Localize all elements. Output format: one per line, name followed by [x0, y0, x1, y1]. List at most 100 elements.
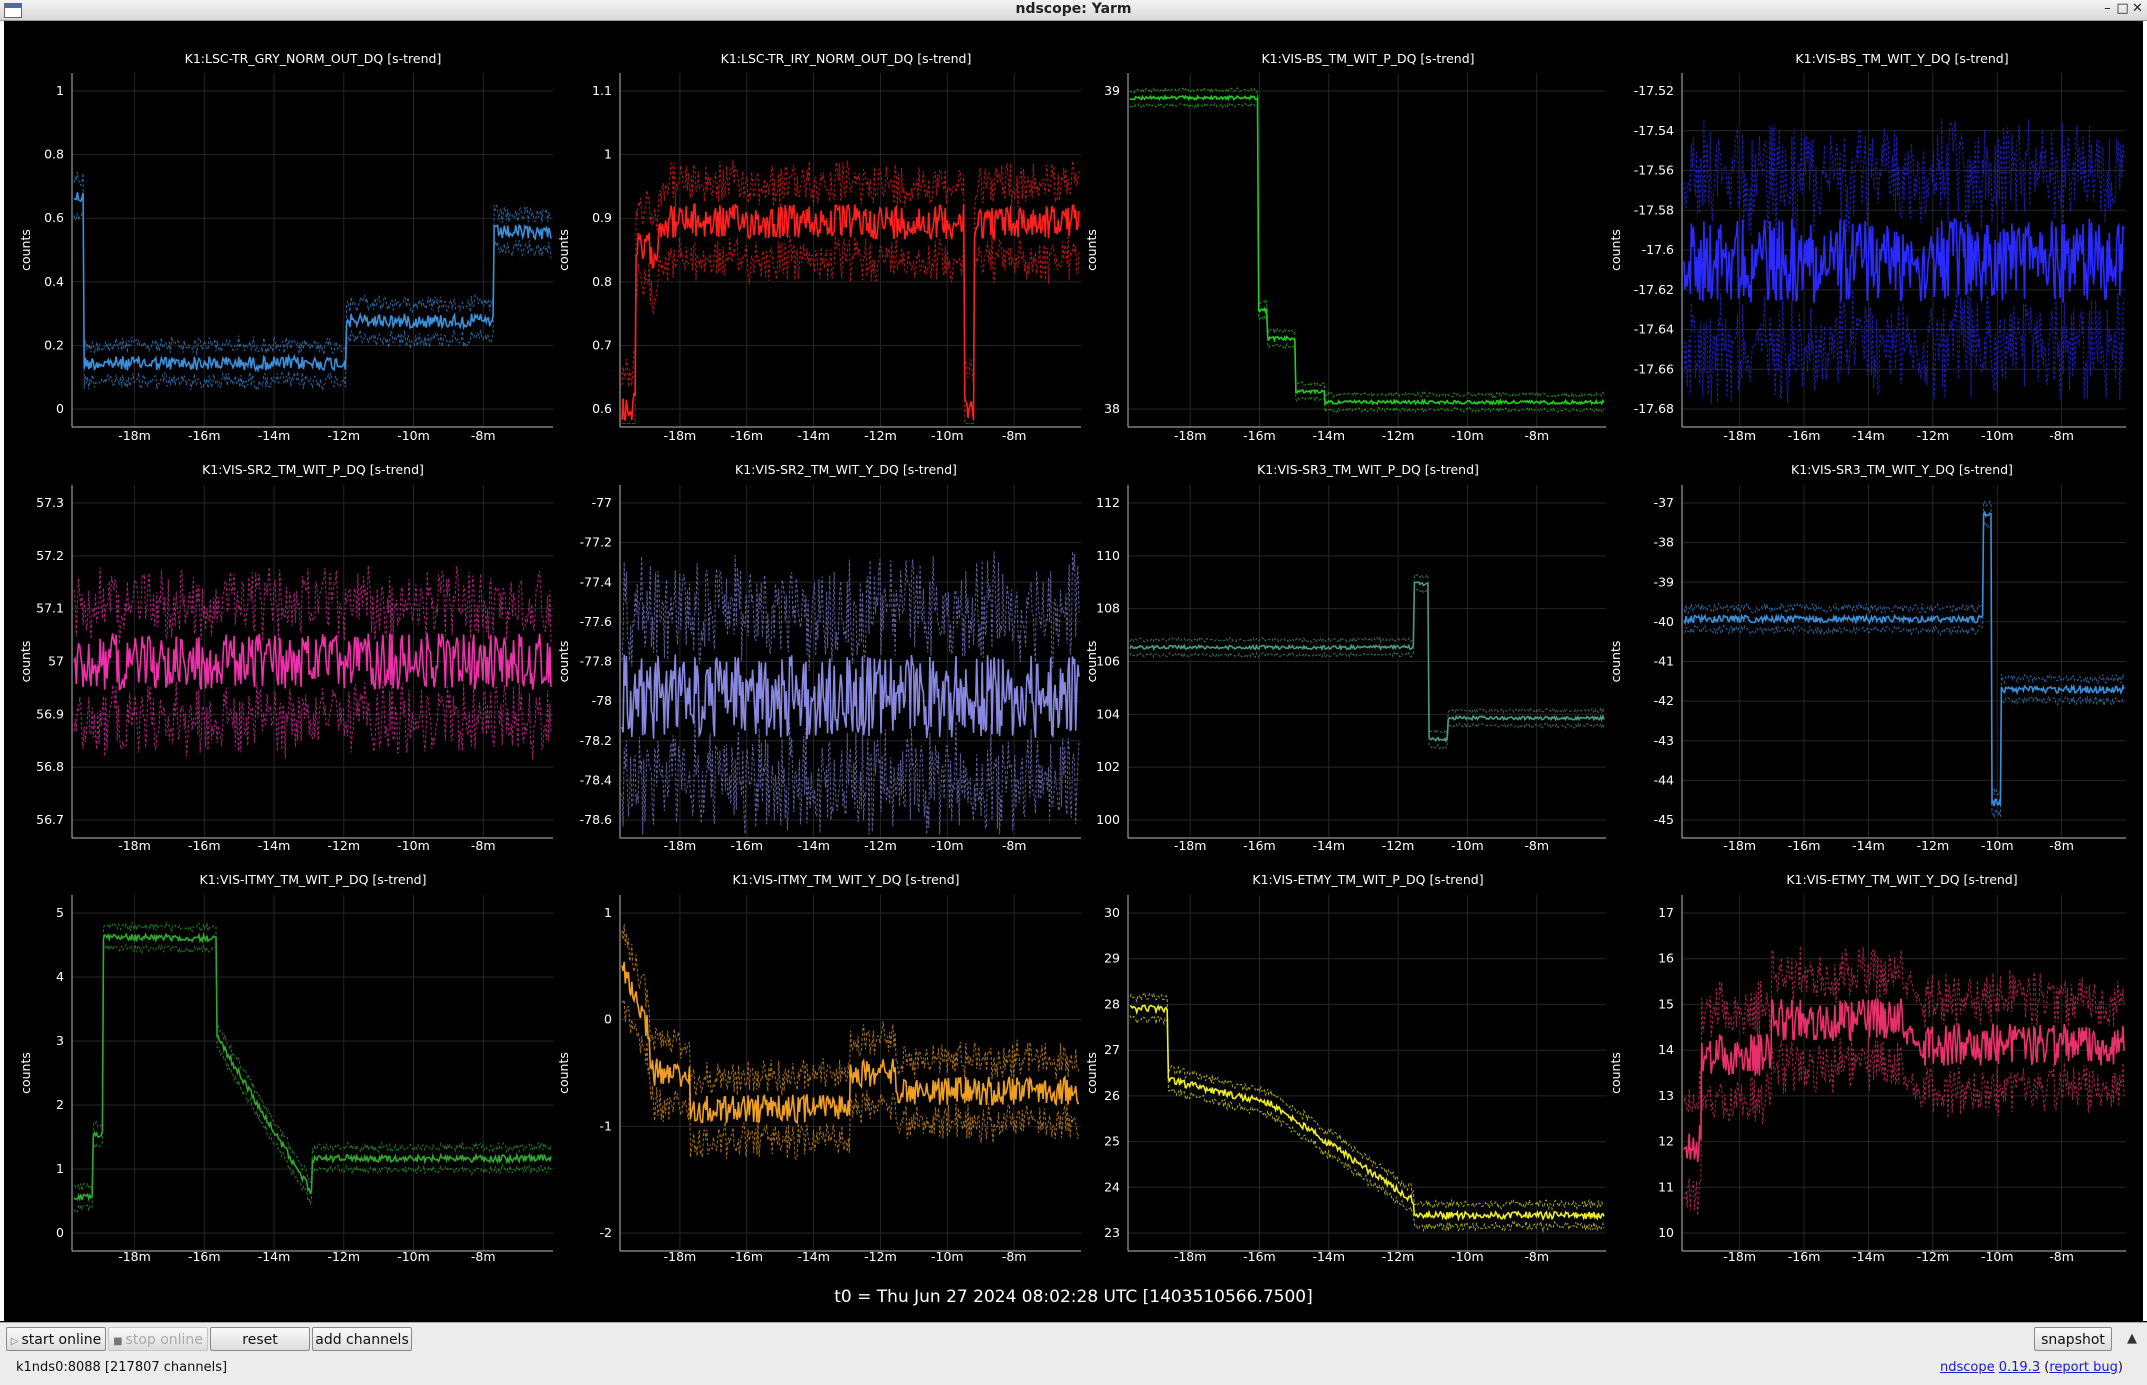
- x-tick-label: -8m: [1524, 838, 1549, 853]
- plot-panel[interactable]: K1:VIS-SR2_TM_WIT_P_DQ [s-trend] -18m -16m…: [18, 462, 553, 853]
- server-status: k1nds0:8088 [217807 channels]: [16, 1360, 228, 1375]
- ndscope-link[interactable]: ndscope: [1940, 1360, 1995, 1375]
- plot-panel[interactable]: K1:VIS-ETMY_TM_WIT_Y_DQ [s-trend]-18m -16…: [1608, 872, 2126, 1264]
- plot-title: K1:LSC-TR_GRY_NORM_OUT_DQ [s-trend]: [185, 51, 442, 66]
- x-tick-label: -14m: [797, 428, 830, 443]
- trace-min: [1129, 101, 1605, 415]
- trace-max: [73, 921, 552, 1191]
- y-axis-label: counts: [556, 641, 571, 683]
- y-tick-label: 57.2: [36, 548, 64, 563]
- y-axis-label: counts: [556, 229, 571, 271]
- snapshot-button[interactable]: snapshot: [2034, 1327, 2112, 1351]
- x-tick-label: -14m: [1312, 428, 1345, 443]
- y-tick-label: 10: [1658, 1225, 1674, 1240]
- reset-button[interactable]: reset: [210, 1327, 310, 1351]
- trace-min: [1129, 1015, 1605, 1233]
- collapse-arrow-icon[interactable]: ▲: [2127, 1331, 2137, 1346]
- trace-max: [73, 171, 552, 356]
- y-tick-label: 1: [604, 905, 612, 920]
- y-axis-label: counts: [1084, 641, 1099, 683]
- x-tick-label: -12m: [327, 428, 360, 443]
- add-channels-button[interactable]: add channels: [312, 1327, 412, 1351]
- x-tick-label: -18m: [118, 428, 151, 443]
- trace-mean: [621, 654, 1080, 740]
- y-tick-label: 28: [1104, 996, 1120, 1011]
- trace-max: [73, 565, 552, 645]
- y-tick-label: 57.3: [36, 495, 64, 510]
- y-tick-label: -17.54: [1634, 123, 1674, 138]
- stop-online-button[interactable]: ■ stop online: [108, 1327, 208, 1351]
- y-tick-label: 26: [1104, 1088, 1120, 1103]
- y-tick-label: 0.4: [44, 274, 64, 289]
- start-online-button[interactable]: ▷ start online: [6, 1327, 106, 1351]
- report-bug-link[interactable]: report bug: [2049, 1360, 2118, 1375]
- y-tick-label: 39: [1104, 83, 1120, 98]
- maximize-icon[interactable]: □: [2115, 2, 2130, 17]
- trace-min: [1129, 588, 1605, 750]
- x-tick-label: -18m: [664, 428, 697, 443]
- trace-min: [1683, 521, 2125, 818]
- y-tick-label: 56.9: [36, 706, 64, 721]
- plot-panel[interactable]: K1:VIS-SR2_TM_WIT_Y_DQ [s-trend] -18m -16m…: [556, 462, 1081, 853]
- x-tick-label: -8m: [1524, 428, 1549, 443]
- version-link[interactable]: 0.19.3: [1999, 1360, 2040, 1375]
- x-tick-label: -14m: [258, 838, 291, 853]
- close-icon[interactable]: ✕: [2130, 2, 2145, 17]
- x-tick-label: -18m: [1723, 838, 1756, 853]
- x-tick-label: -8m: [2049, 428, 2074, 443]
- trace-max: [621, 551, 1080, 672]
- minimize-icon[interactable]: –: [2100, 2, 2115, 17]
- plot-panel[interactable]: K1:VIS-ITMY_TM_WIT_P_DQ [s-trend]-18m -16…: [18, 872, 553, 1264]
- plots-grid[interactable]: K1:LSC-TR_GRY_NORM_OUT_DQ [s-trend] -18m -…: [0, 21, 2147, 1321]
- x-tick-label: -12m: [327, 838, 360, 853]
- plot-panel[interactable]: K1:LSC-TR_GRY_NORM_OUT_DQ [s-trend] -18m -…: [18, 51, 553, 443]
- trace-max: [1683, 946, 2125, 1113]
- trace-max: [1683, 117, 2125, 237]
- y-axis-label: counts: [1084, 1052, 1099, 1094]
- window-titlebar: ndscope: Yarm – □ ✕: [0, 0, 2147, 21]
- y-tick-label: 104: [1096, 706, 1120, 721]
- plot-panel[interactable]: K1:VIS-BS_TM_WIT_Y_DQ [s-trend] -18m -16m -…: [1608, 51, 2126, 443]
- y-tick-label: 24: [1104, 1179, 1120, 1194]
- x-tick-label: -8m: [2049, 838, 2074, 853]
- y-tick-label: -78.4: [580, 772, 612, 787]
- x-tick-label: -10m: [1451, 428, 1484, 443]
- y-tick-label: -39: [1654, 574, 1674, 589]
- plot-title: K1:VIS-SR2_TM_WIT_P_DQ [s-trend]: [202, 462, 424, 477]
- y-tick-label: 102: [1096, 759, 1120, 774]
- y-tick-label: 14: [1658, 1042, 1674, 1057]
- plot-panel[interactable]: K1:VIS-ITMY_TM_WIT_Y_DQ [s-trend]-18m -16…: [556, 872, 1081, 1264]
- trace-max: [621, 159, 1080, 387]
- x-tick-label: -12m: [864, 428, 897, 443]
- plot-panel[interactable]: K1:VIS-BS_TM_WIT_P_DQ [s-trend] -18m -16m -…: [1084, 51, 1606, 443]
- y-tick-label: -17.6: [1642, 242, 1674, 257]
- y-tick-label: 38: [1104, 401, 1120, 416]
- plot-panel[interactable]: K1:VIS-SR3_TM_WIT_Y_DQ [s-trend] -18m -16m…: [1608, 462, 2126, 853]
- x-tick-label: -16m: [1243, 428, 1276, 443]
- x-tick-label: -18m: [1723, 428, 1756, 443]
- y-tick-label: -77.8: [580, 654, 612, 669]
- y-tick-label: -17.64: [1634, 322, 1674, 337]
- y-tick-label: 3: [56, 1033, 64, 1048]
- y-axis-label: counts: [556, 1052, 571, 1094]
- x-tick-label: -12m: [864, 838, 897, 853]
- x-tick-label: -14m: [1312, 838, 1345, 853]
- t0-label: t0 = Thu Jun 27 2024 08:02:28 UTC [14035…: [834, 1287, 1313, 1307]
- y-tick-label: 0: [56, 401, 64, 416]
- plot-panel[interactable]: K1:LSC-TR_IRY_NORM_OUT_DQ [s-trend] -18m -…: [556, 51, 1081, 443]
- y-tick-label: 15: [1658, 996, 1674, 1011]
- x-tick-label: -10m: [397, 428, 430, 443]
- x-tick-label: -8m: [471, 428, 496, 443]
- plot-title: K1:VIS-SR3_TM_WIT_Y_DQ [s-trend]: [1791, 462, 2013, 477]
- y-tick-label: 0.8: [592, 274, 612, 289]
- trace-mean: [73, 931, 552, 1202]
- y-tick-label: 16: [1658, 951, 1674, 966]
- plot-panel[interactable]: K1:VIS-SR3_TM_WIT_P_DQ [s-trend] -18m -16m…: [1084, 462, 1606, 853]
- x-tick-label: -10m: [397, 838, 430, 853]
- plot-panel[interactable]: K1:VIS-ETMY_TM_WIT_P_DQ [s-trend]-18m -16…: [1084, 872, 1606, 1264]
- x-tick-label: -16m: [1788, 838, 1821, 853]
- trace-max: [1129, 991, 1605, 1212]
- y-tick-label: 25: [1104, 1134, 1120, 1149]
- y-tick-label: 0.2: [44, 337, 64, 352]
- y-tick-label: 4: [56, 969, 64, 984]
